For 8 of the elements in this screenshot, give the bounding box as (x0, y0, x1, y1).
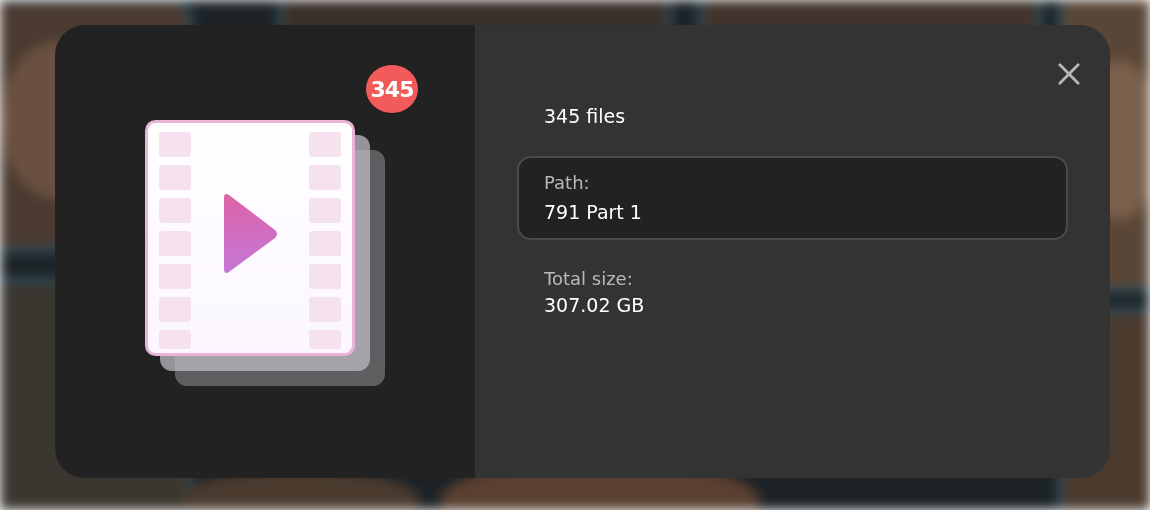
file-count: 345 files (543, 105, 627, 127)
close-icon[interactable] (1058, 63, 1080, 85)
count-badge: 345 (366, 65, 418, 113)
path-value: 791 Part 1 (544, 201, 643, 223)
total-size-value: 307.02 GB (544, 294, 646, 316)
video-file-icon (145, 120, 355, 356)
path-label: Path: (544, 172, 591, 193)
total-size-label: Total size: (544, 268, 634, 289)
